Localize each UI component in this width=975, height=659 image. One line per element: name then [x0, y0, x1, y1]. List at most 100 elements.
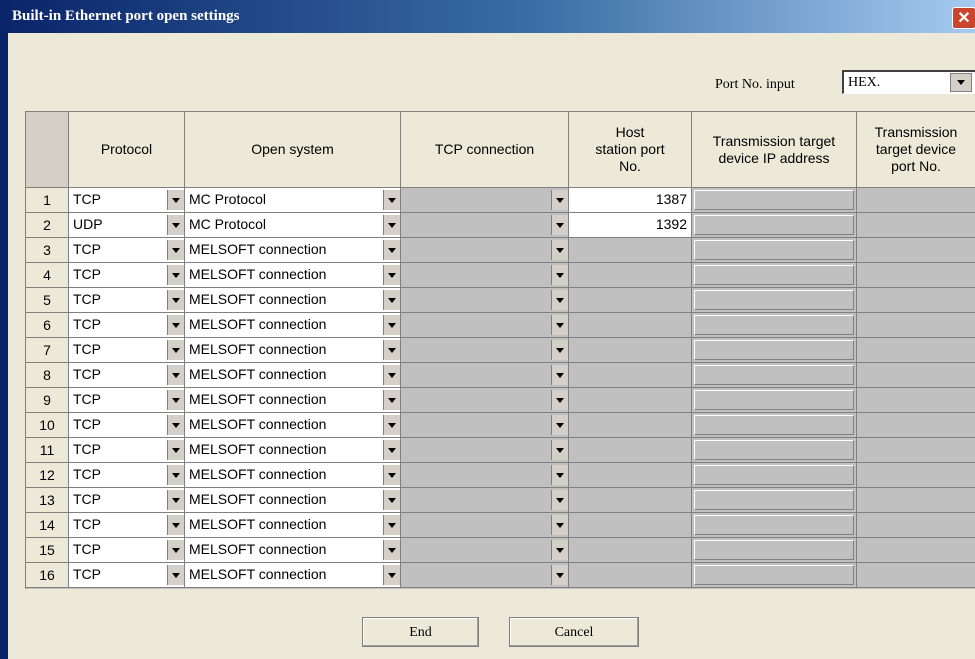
chevron-down-icon[interactable]: [167, 240, 184, 260]
chevron-down-icon[interactable]: [551, 315, 568, 335]
tcp-connection-select[interactable]: [401, 213, 569, 238]
target-ip-button[interactable]: [692, 338, 857, 363]
cancel-button[interactable]: Cancel: [509, 617, 639, 647]
host-port-field[interactable]: [569, 538, 692, 563]
chevron-down-icon[interactable]: [383, 290, 400, 310]
host-port-field[interactable]: 1392: [569, 213, 692, 238]
host-port-field[interactable]: [569, 463, 692, 488]
open-system-select[interactable]: MELSOFT connection: [185, 263, 401, 288]
chevron-down-icon[interactable]: [551, 290, 568, 310]
host-port-field[interactable]: [569, 488, 692, 513]
host-port-field[interactable]: [569, 513, 692, 538]
protocol-select[interactable]: TCP: [69, 563, 185, 588]
target-port-field[interactable]: [857, 338, 975, 363]
protocol-select[interactable]: UDP: [69, 213, 185, 238]
chevron-down-icon[interactable]: [167, 190, 184, 210]
target-port-field[interactable]: [857, 213, 975, 238]
target-ip-button[interactable]: [692, 438, 857, 463]
target-ip-button[interactable]: [692, 288, 857, 313]
target-ip-button[interactable]: [692, 388, 857, 413]
chevron-down-icon[interactable]: [551, 190, 568, 210]
host-port-field[interactable]: [569, 363, 692, 388]
host-port-field[interactable]: [569, 413, 692, 438]
chevron-down-icon[interactable]: [167, 340, 184, 360]
target-ip-button[interactable]: [692, 188, 857, 213]
chevron-down-icon[interactable]: [383, 390, 400, 410]
open-system-select[interactable]: MELSOFT connection: [185, 413, 401, 438]
chevron-down-icon[interactable]: [383, 540, 400, 560]
chevron-down-icon[interactable]: [551, 215, 568, 235]
target-ip-button[interactable]: [692, 488, 857, 513]
port-input-select[interactable]: HEX.: [842, 70, 975, 94]
target-port-field[interactable]: [857, 463, 975, 488]
chevron-down-icon[interactable]: [383, 365, 400, 385]
protocol-select[interactable]: TCP: [69, 388, 185, 413]
chevron-down-icon[interactable]: [167, 215, 184, 235]
target-ip-button[interactable]: [692, 413, 857, 438]
tcp-connection-select[interactable]: [401, 313, 569, 338]
protocol-select[interactable]: TCP: [69, 263, 185, 288]
open-system-select[interactable]: MELSOFT connection: [185, 338, 401, 363]
protocol-select[interactable]: TCP: [69, 188, 185, 213]
open-system-select[interactable]: MC Protocol: [185, 188, 401, 213]
chevron-down-icon[interactable]: [167, 465, 184, 485]
close-button[interactable]: ✕: [952, 7, 975, 29]
tcp-connection-select[interactable]: [401, 288, 569, 313]
host-port-field[interactable]: [569, 388, 692, 413]
chevron-down-icon[interactable]: [383, 315, 400, 335]
chevron-down-icon[interactable]: [551, 565, 568, 585]
tcp-connection-select[interactable]: [401, 563, 569, 588]
tcp-connection-select[interactable]: [401, 488, 569, 513]
protocol-select[interactable]: TCP: [69, 288, 185, 313]
target-ip-button[interactable]: [692, 313, 857, 338]
chevron-down-icon[interactable]: [167, 540, 184, 560]
chevron-down-icon[interactable]: [383, 490, 400, 510]
target-ip-button[interactable]: [692, 238, 857, 263]
chevron-down-icon[interactable]: [167, 290, 184, 310]
target-port-field[interactable]: [857, 538, 975, 563]
chevron-down-icon[interactable]: [383, 515, 400, 535]
open-system-select[interactable]: MELSOFT connection: [185, 563, 401, 588]
protocol-select[interactable]: TCP: [69, 513, 185, 538]
chevron-down-icon[interactable]: [167, 265, 184, 285]
protocol-select[interactable]: TCP: [69, 463, 185, 488]
protocol-select[interactable]: TCP: [69, 238, 185, 263]
chevron-down-icon[interactable]: [551, 390, 568, 410]
target-port-field[interactable]: [857, 413, 975, 438]
tcp-connection-select[interactable]: [401, 188, 569, 213]
tcp-connection-select[interactable]: [401, 538, 569, 563]
target-ip-button[interactable]: [692, 563, 857, 588]
open-system-select[interactable]: MC Protocol: [185, 213, 401, 238]
target-ip-button[interactable]: [692, 213, 857, 238]
target-port-field[interactable]: [857, 288, 975, 313]
target-port-field[interactable]: [857, 238, 975, 263]
chevron-down-icon[interactable]: [551, 265, 568, 285]
tcp-connection-select[interactable]: [401, 263, 569, 288]
chevron-down-icon[interactable]: [551, 415, 568, 435]
target-port-field[interactable]: [857, 263, 975, 288]
open-system-select[interactable]: MELSOFT connection: [185, 488, 401, 513]
chevron-down-icon[interactable]: [383, 240, 400, 260]
tcp-connection-select[interactable]: [401, 363, 569, 388]
host-port-field[interactable]: [569, 263, 692, 288]
chevron-down-icon[interactable]: [551, 515, 568, 535]
target-port-field[interactable]: [857, 513, 975, 538]
chevron-down-icon[interactable]: [551, 340, 568, 360]
target-ip-button[interactable]: [692, 513, 857, 538]
protocol-select[interactable]: TCP: [69, 363, 185, 388]
open-system-select[interactable]: MELSOFT connection: [185, 463, 401, 488]
chevron-down-icon[interactable]: [551, 240, 568, 260]
open-system-select[interactable]: MELSOFT connection: [185, 288, 401, 313]
tcp-connection-select[interactable]: [401, 238, 569, 263]
tcp-connection-select[interactable]: [401, 338, 569, 363]
chevron-down-icon[interactable]: [383, 340, 400, 360]
host-port-field[interactable]: [569, 288, 692, 313]
chevron-down-icon[interactable]: [167, 440, 184, 460]
chevron-down-icon[interactable]: [383, 215, 400, 235]
target-port-field[interactable]: [857, 188, 975, 213]
target-ip-button[interactable]: [692, 363, 857, 388]
host-port-field[interactable]: [569, 438, 692, 463]
chevron-down-icon[interactable]: [383, 440, 400, 460]
host-port-field[interactable]: [569, 338, 692, 363]
chevron-down-icon[interactable]: [167, 315, 184, 335]
